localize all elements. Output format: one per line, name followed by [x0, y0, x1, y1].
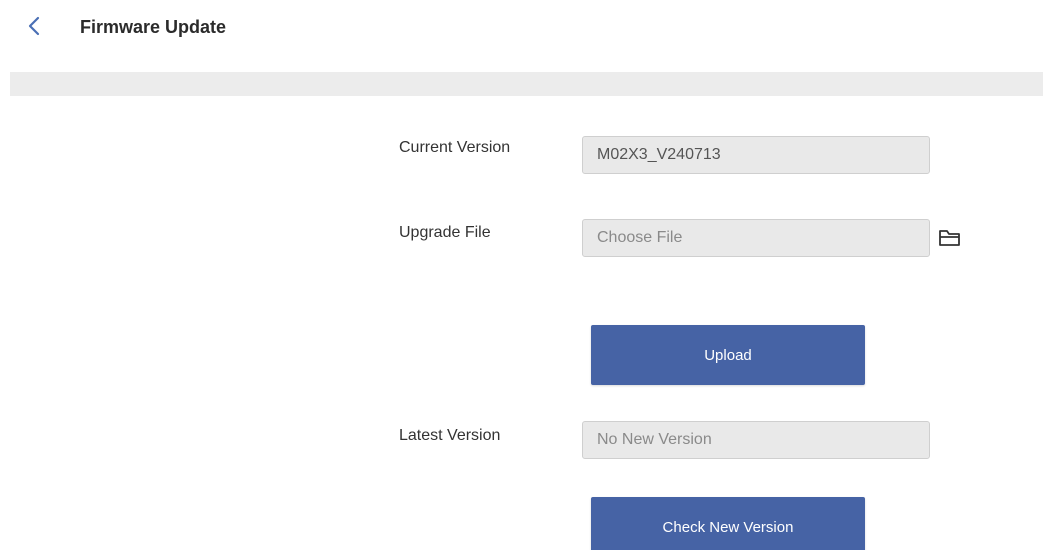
- header-divider: [10, 72, 1043, 96]
- current-version-value: M02X3_V240713: [597, 146, 721, 163]
- page-title: Firmware Update: [80, 17, 227, 37]
- page-header: Firmware Update: [0, 0, 1043, 56]
- folder-icon: [939, 230, 960, 246]
- chevron-left-icon: [28, 16, 40, 36]
- current-version-field: M02X3_V240713: [582, 136, 930, 174]
- current-version-label: Current Version: [399, 139, 511, 156]
- latest-version-label: Latest Version: [399, 427, 501, 444]
- latest-version-value: No New Version: [597, 431, 712, 448]
- upgrade-file-input[interactable]: Choose File: [582, 219, 930, 257]
- upgrade-file-label: Upgrade File: [399, 224, 491, 241]
- upgrade-file-placeholder: Choose File: [597, 229, 683, 246]
- browse-file-button[interactable]: [937, 227, 963, 249]
- check-new-version-button[interactable]: Check New Version: [591, 497, 865, 550]
- upload-button[interactable]: Upload: [591, 325, 865, 385]
- firmware-update-page: Firmware Update Current Version M02X3_V2…: [0, 0, 1043, 550]
- back-button[interactable]: [22, 12, 46, 40]
- latest-version-field: No New Version: [582, 421, 930, 459]
